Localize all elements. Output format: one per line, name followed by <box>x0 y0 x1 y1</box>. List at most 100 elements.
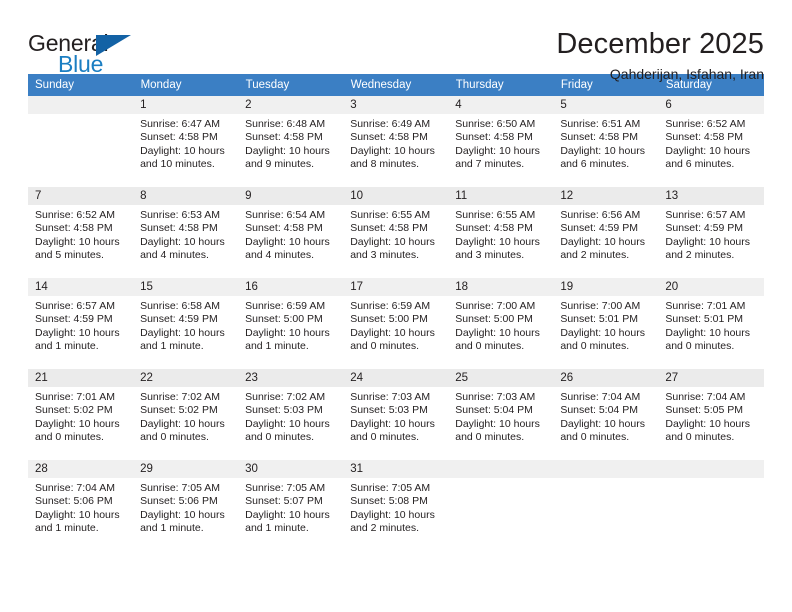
calendar-day-cell[interactable]: 16 Sunrise: 6:59 AM Sunset: 5:00 PM Dayligh… <box>238 277 344 369</box>
day-cell-empty <box>658 460 764 550</box>
calendar-day-cell[interactable]: 5 Sunrise: 6:51 AM Sunset: 4:58 PM Daylight… <box>553 96 659 187</box>
sunrise-text: Sunrise: 6:56 AM <box>560 209 641 221</box>
day-cell-content: 18 Sunrise: 7:00 AM Sunset: 5:00 PM Dayligh… <box>448 278 554 368</box>
calendar-day-cell[interactable]: 20 Sunrise: 7:01 AM Sunset: 5:01 PM Dayligh… <box>658 277 764 369</box>
day-cell-content: 14 Sunrise: 6:57 AM Sunset: 4:59 PM Dayligh… <box>28 278 134 368</box>
day-sun-info: Sunrise: 6:55 AM Sunset: 4:58 PM Daylight:… <box>343 205 448 263</box>
daylight-text-line2: and 2 minutes. <box>560 249 630 262</box>
calendar-day-cell[interactable]: 21 Sunrise: 7:01 AM Sunset: 5:02 PM Dayligh… <box>28 368 134 460</box>
day-sun-info: Sunrise: 6:59 AM Sunset: 5:00 PM Daylight:… <box>238 296 343 354</box>
calendar-day-cell[interactable]: 29 Sunrise: 7:05 AM Sunset: 5:06 PM Dayligh… <box>133 459 239 551</box>
sunrise-text: Sunrise: 6:52 AM <box>35 209 115 221</box>
daylight-text-line2: and 3 minutes. <box>350 249 420 262</box>
calendar-day-cell[interactable] <box>658 459 764 551</box>
calendar-day-cell[interactable]: 30 Sunrise: 7:05 AM Sunset: 5:07 PM Dayligh… <box>238 459 344 551</box>
day-sun-info: Sunrise: 6:55 AM Sunset: 4:58 PM Daylight:… <box>448 205 553 263</box>
sunset-text: Sunset: 5:02 PM <box>35 404 113 417</box>
day-number: 10 <box>343 187 449 205</box>
calendar-day-cell[interactable]: 13 Sunrise: 6:57 AM Sunset: 4:59 PM Dayligh… <box>658 186 764 278</box>
sunrise-text: Sunrise: 7:01 AM <box>665 300 746 312</box>
day-number: 4 <box>448 96 554 114</box>
day-number: 11 <box>448 187 554 205</box>
sunset-text: Sunset: 4:58 PM <box>35 222 113 235</box>
calendar-day-cell[interactable]: 28 Sunrise: 7:04 AM Sunset: 5:06 PM Dayligh… <box>28 459 134 551</box>
calendar-week-row: 14 Sunrise: 6:57 AM Sunset: 4:59 PM Dayligh… <box>28 277 764 369</box>
calendar-day-cell[interactable] <box>448 459 554 551</box>
calendar-day-cell[interactable]: 25 Sunrise: 7:03 AM Sunset: 5:04 PM Dayligh… <box>448 368 554 460</box>
calendar-day-cell[interactable]: 24 Sunrise: 7:03 AM Sunset: 5:03 PM Dayligh… <box>343 368 449 460</box>
title-block: December 2025 Qahderijan, Isfahan, Iran <box>556 26 764 83</box>
day-number: 19 <box>553 278 659 296</box>
day-cell-empty <box>553 460 659 550</box>
calendar-day-cell[interactable]: 26 Sunrise: 7:04 AM Sunset: 5:04 PM Dayligh… <box>553 368 659 460</box>
sunrise-text: Sunrise: 6:52 AM <box>665 118 746 130</box>
sunset-text: Sunset: 5:04 PM <box>455 404 533 417</box>
day-cell-content: 23 Sunrise: 7:02 AM Sunset: 5:03 PM Dayligh… <box>238 369 344 459</box>
day-sun-info: Sunrise: 6:59 AM Sunset: 5:00 PM Daylight:… <box>343 296 448 354</box>
calendar-day-cell[interactable] <box>553 459 659 551</box>
calendar-day-cell[interactable]: 23 Sunrise: 7:02 AM Sunset: 5:03 PM Dayligh… <box>238 368 344 460</box>
day-sun-info: Sunrise: 7:04 AM Sunset: 5:06 PM Daylight:… <box>28 478 133 536</box>
calendar-day-cell[interactable]: 7 Sunrise: 6:52 AM Sunset: 4:58 PM Daylight… <box>28 186 134 278</box>
calendar-day-cell[interactable]: 10 Sunrise: 6:55 AM Sunset: 4:58 PM Dayligh… <box>343 186 449 278</box>
calendar-day-cell[interactable]: 2 Sunrise: 6:48 AM Sunset: 4:58 PM Daylight… <box>238 96 344 187</box>
calendar-day-cell[interactable]: 17 Sunrise: 6:59 AM Sunset: 5:00 PM Dayligh… <box>343 277 449 369</box>
calendar-day-cell[interactable]: 4 Sunrise: 6:50 AM Sunset: 4:58 PM Daylight… <box>448 96 554 187</box>
day-number: 9 <box>238 187 344 205</box>
calendar-day-cell[interactable]: 18 Sunrise: 7:00 AM Sunset: 5:00 PM Dayligh… <box>448 277 554 369</box>
day-sun-info: Sunrise: 7:00 AM Sunset: 5:00 PM Daylight:… <box>448 296 553 354</box>
calendar-day-cell[interactable]: 3 Sunrise: 6:49 AM Sunset: 4:58 PM Daylight… <box>343 96 449 187</box>
daylight-text-line2: and 0 minutes. <box>665 431 735 444</box>
day-sun-info: Sunrise: 7:05 AM Sunset: 5:07 PM Daylight:… <box>238 478 343 536</box>
calendar-day-cell[interactable]: 22 Sunrise: 7:02 AM Sunset: 5:02 PM Dayligh… <box>133 368 239 460</box>
sunrise-text: Sunrise: 7:04 AM <box>35 482 115 494</box>
general-blue-logo[interactable]: General Blue <box>28 26 158 82</box>
calendar-day-cell[interactable]: 1 Sunrise: 6:47 AM Sunset: 4:58 PM Daylight… <box>133 96 239 187</box>
day-number: 3 <box>343 96 449 114</box>
daylight-text-line2: and 0 minutes. <box>140 431 209 444</box>
calendar-day-cell[interactable]: 31 Sunrise: 7:05 AM Sunset: 5:08 PM Dayligh… <box>343 459 449 551</box>
calendar-day-cell[interactable] <box>28 96 134 187</box>
calendar-day-cell[interactable]: 27 Sunrise: 7:04 AM Sunset: 5:05 PM Dayligh… <box>658 368 764 460</box>
calendar-day-cell[interactable]: 14 Sunrise: 6:57 AM Sunset: 4:59 PM Dayligh… <box>28 277 134 369</box>
day-cell-content: 2 Sunrise: 6:48 AM Sunset: 4:58 PM Daylight… <box>238 96 344 186</box>
daylight-text-line2: and 4 minutes. <box>245 249 315 262</box>
day-cell-content: 21 Sunrise: 7:01 AM Sunset: 5:02 PM Dayligh… <box>28 369 134 459</box>
calendar-day-cell[interactable]: 9 Sunrise: 6:54 AM Sunset: 4:58 PM Daylight… <box>238 186 344 278</box>
sunset-text: Sunset: 5:06 PM <box>35 495 113 508</box>
day-cell-content: 5 Sunrise: 6:51 AM Sunset: 4:58 PM Daylight… <box>553 96 659 186</box>
day-number: 21 <box>28 369 134 387</box>
day-number: 20 <box>658 278 764 296</box>
day-sun-info: Sunrise: 6:58 AM Sunset: 4:59 PM Daylight:… <box>133 296 238 354</box>
calendar-day-cell[interactable]: 12 Sunrise: 6:56 AM Sunset: 4:59 PM Dayligh… <box>553 186 659 278</box>
day-cell-content: 24 Sunrise: 7:03 AM Sunset: 5:03 PM Dayligh… <box>343 369 449 459</box>
day-sun-info: Sunrise: 7:05 AM Sunset: 5:08 PM Daylight:… <box>343 478 448 536</box>
day-number: 27 <box>658 369 764 387</box>
day-cell-content: 4 Sunrise: 6:50 AM Sunset: 4:58 PM Daylight… <box>448 96 554 186</box>
calendar-day-cell[interactable]: 6 Sunrise: 6:52 AM Sunset: 4:58 PM Daylight… <box>658 96 764 187</box>
calendar-day-cell[interactable]: 11 Sunrise: 6:55 AM Sunset: 4:58 PM Dayligh… <box>448 186 554 278</box>
sunrise-text: Sunrise: 7:04 AM <box>560 391 641 403</box>
sunrise-text: Sunrise: 6:58 AM <box>140 300 221 312</box>
day-cell-content: 27 Sunrise: 7:04 AM Sunset: 5:05 PM Dayligh… <box>658 369 764 459</box>
day-number: 13 <box>658 187 764 205</box>
calendar-day-cell[interactable]: 15 Sunrise: 6:58 AM Sunset: 4:59 PM Dayligh… <box>133 277 239 369</box>
daylight-text-line1: Daylight: 10 hours <box>665 235 751 248</box>
calendar-week-row: 21 Sunrise: 7:01 AM Sunset: 5:02 PM Dayligh… <box>28 368 764 460</box>
day-sun-info: Sunrise: 6:57 AM Sunset: 4:59 PM Daylight:… <box>658 205 763 263</box>
daylight-text-line1: Daylight: 10 hours <box>350 508 435 521</box>
day-sun-info: Sunrise: 7:05 AM Sunset: 5:06 PM Daylight:… <box>133 478 238 536</box>
weekday-header-tuesday: Tuesday <box>238 74 344 96</box>
sunset-text: Sunset: 5:02 PM <box>140 404 218 417</box>
day-number: 14 <box>28 278 134 296</box>
sunset-text: Sunset: 5:00 PM <box>350 313 428 326</box>
sunset-text: Sunset: 5:05 PM <box>665 404 744 417</box>
calendar-day-cell[interactable]: 8 Sunrise: 6:53 AM Sunset: 4:58 PM Daylight… <box>133 186 239 278</box>
daylight-text-line1: Daylight: 10 hours <box>245 144 330 157</box>
day-number: 2 <box>238 96 344 114</box>
daylight-text-line1: Daylight: 10 hours <box>350 235 435 248</box>
calendar-day-cell[interactable]: 19 Sunrise: 7:00 AM Sunset: 5:01 PM Dayligh… <box>553 277 659 369</box>
day-cell-content: 6 Sunrise: 6:52 AM Sunset: 4:58 PM Daylight… <box>658 96 764 186</box>
daylight-text-line2: and 5 minutes. <box>35 249 104 262</box>
daylight-text-line1: Daylight: 10 hours <box>140 235 225 248</box>
